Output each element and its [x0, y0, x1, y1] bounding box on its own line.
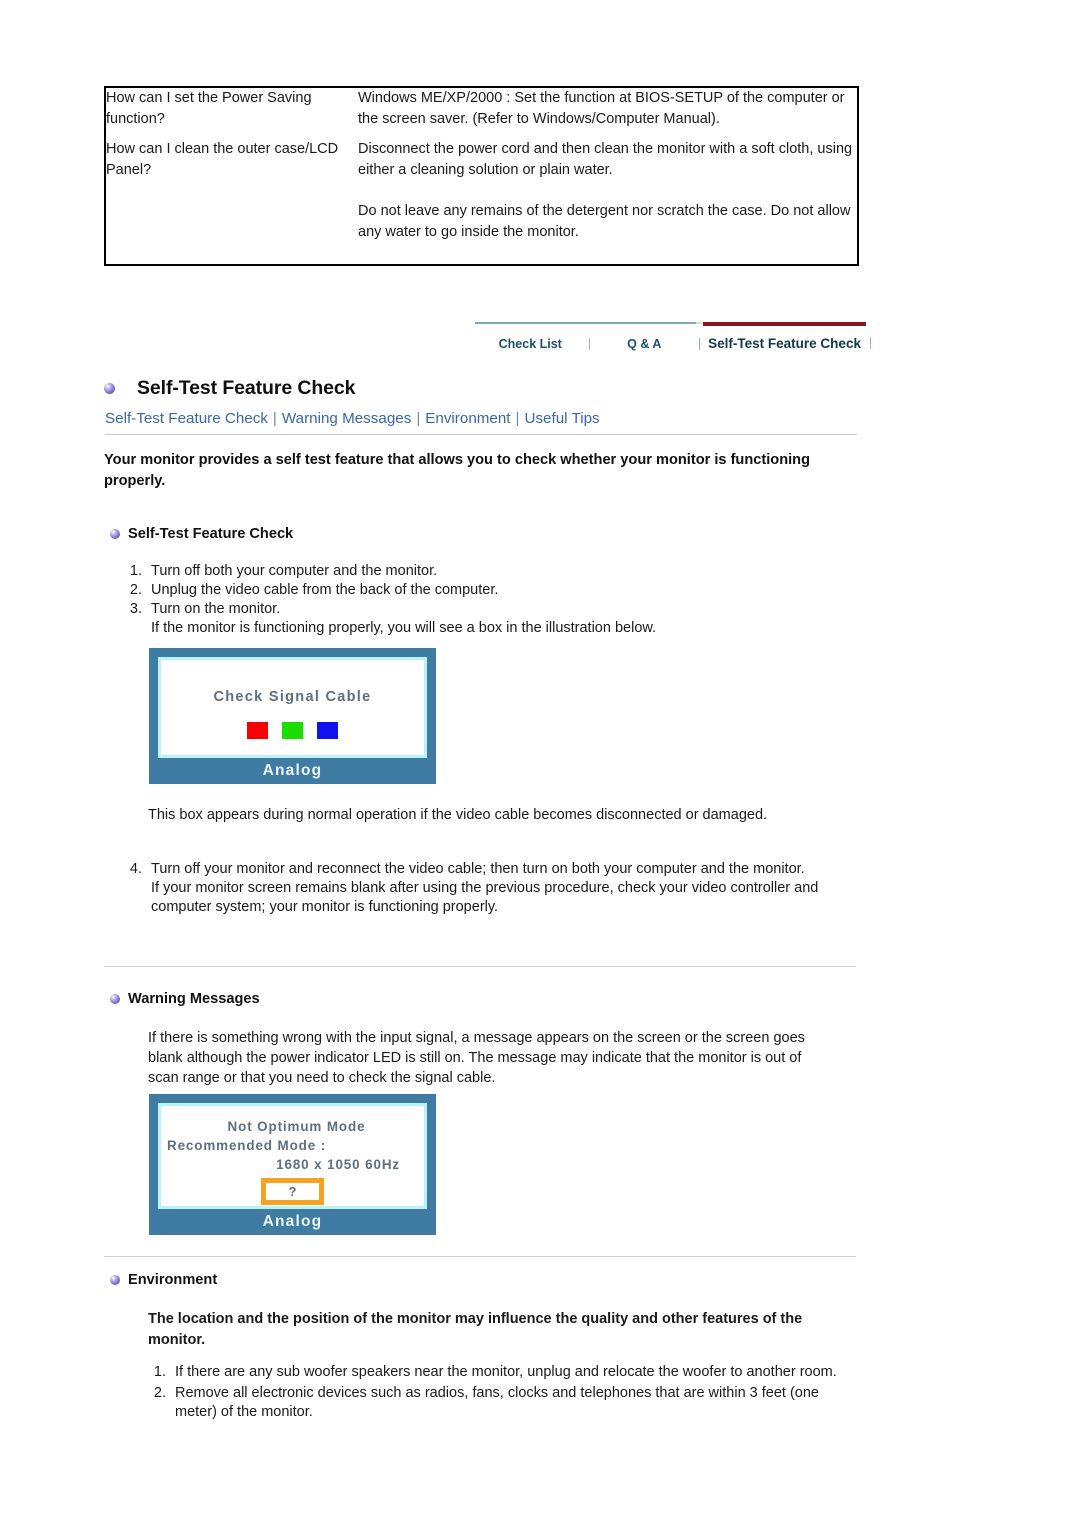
subnav-separator: |: [515, 410, 520, 427]
faq-answer-cell: Disconnect the power cord and then clean…: [358, 129, 858, 265]
blue-swatch-icon: [317, 722, 338, 739]
osd-line-not-optimum-mode: Not Optimum Mode: [227, 1119, 366, 1134]
osd-line-recommended-mode: Recommended Mode :: [167, 1138, 327, 1153]
list-item-text: Remove all electronic devices such as ra…: [175, 1385, 819, 1420]
list-item-text: Turn off your monitor and reconnect the …: [151, 861, 819, 915]
section-divider: [104, 966, 856, 967]
subnav-link-useful-tips[interactable]: Useful Tips: [524, 410, 599, 427]
intro-paragraph: Your monitor provides a self test featur…: [104, 452, 811, 489]
list-item: 3. Turn on the monitor. If the monitor i…: [116, 600, 836, 638]
subnav-separator: |: [416, 410, 421, 427]
osd-line-resolution: 1680 x 1050 60Hz: [276, 1157, 400, 1172]
faq-table: How can I set the Power Saving function?…: [104, 86, 859, 266]
list-item-text: Unplug the video cable from the back of …: [151, 582, 499, 598]
osd-message-block: Not Optimum Mode Recommended Mode : 1680…: [161, 1106, 424, 1174]
subnav-separator: |: [272, 410, 277, 427]
section-heading-warning-messages: Warning Messages: [110, 991, 260, 1007]
subnav-link-environment[interactable]: Environment: [425, 410, 510, 427]
tab-separator: [695, 322, 704, 356]
faq-table-container: How can I set the Power Saving function?…: [104, 86, 859, 266]
purple-sphere-bullet-icon: [110, 529, 120, 539]
warning-paragraph: If there is something wrong with the inp…: [148, 1030, 805, 1086]
subnav-link-self-test-feature-check[interactable]: Self-Test Feature Check: [105, 410, 268, 427]
section-heading-text: Warning Messages: [128, 991, 260, 1007]
list-item: 2. Unplug the video cable from the back …: [116, 581, 836, 600]
tab-self-test-feature-check[interactable]: Self-Test Feature Check: [703, 322, 866, 356]
table-row: How can I set the Power Saving function?…: [105, 87, 858, 129]
after-image-paragraph: This box appears during normal operation…: [148, 807, 768, 823]
list-item: 1. If there are any sub woofer speakers …: [140, 1363, 850, 1382]
faq-answer-paragraph: Do not leave any remains of the detergen…: [358, 203, 851, 240]
list-item: 2. Remove all electronic devices such as…: [140, 1384, 850, 1422]
list-item-number: 2.: [153, 1385, 166, 1401]
list-item: 4. Turn off your monitor and reconnect t…: [116, 860, 841, 917]
list-item-text: Turn on the monitor. If the monitor is f…: [151, 601, 657, 636]
section-heading-self-test: Self-Test Feature Check: [110, 526, 293, 542]
faq-question-text: How can I set the Power Saving function?: [106, 90, 312, 127]
list-item: 1. Turn off both your computer and the m…: [116, 562, 836, 581]
green-swatch-icon: [282, 722, 303, 739]
tab-check-list[interactable]: Check List: [475, 322, 586, 356]
page-title: Self-Test Feature Check: [104, 377, 356, 400]
monitor-input-label: Analog: [262, 1213, 323, 1230]
self-test-steps-list: 1. Turn off both your computer and the m…: [116, 562, 836, 638]
red-swatch-icon: [247, 722, 268, 739]
faq-answer-paragraph: Disconnect the power cord and then clean…: [358, 141, 853, 178]
rgb-swatch-row: [161, 705, 424, 739]
page-title-text: Self-Test Feature Check: [137, 377, 356, 399]
purple-sphere-bullet-icon: [104, 383, 115, 394]
section-heading-text: Environment: [128, 1272, 218, 1288]
faq-question-cell: How can I set the Power Saving function?: [105, 87, 358, 129]
section-divider: [104, 1256, 856, 1257]
list-item-number: 1.: [153, 1364, 166, 1380]
monitor-screen-area: Not Optimum Mode Recommended Mode : 1680…: [158, 1103, 427, 1209]
section-tabbar: Check List Q & A Self-Test Feature Check: [475, 322, 875, 356]
list-item-number: 1.: [129, 563, 142, 579]
faq-answer-cell: Windows ME/XP/2000 : Set the function at…: [358, 87, 858, 129]
purple-sphere-bullet-icon: [110, 994, 120, 1004]
faq-question-text: How can I clean the outer case/LCD Panel…: [106, 141, 339, 178]
tab-q-and-a[interactable]: Q & A: [592, 322, 696, 356]
list-item-number: 3.: [129, 601, 142, 617]
tab-separator: [585, 322, 593, 356]
environment-lead-paragraph: The location and the position of the mon…: [148, 1311, 803, 1348]
faq-answer-paragraph: Windows ME/XP/2000 : Set the function at…: [358, 90, 845, 127]
self-test-step4-list: 4. Turn off your monitor and reconnect t…: [116, 860, 841, 917]
monitor-osd-not-optimum-mode: Not Optimum Mode Recommended Mode : 1680…: [149, 1094, 436, 1235]
subnav-link-warning-messages[interactable]: Warning Messages: [282, 410, 411, 427]
purple-sphere-bullet-icon: [110, 1275, 120, 1285]
osd-title-text: Check Signal Cable: [213, 689, 372, 705]
list-item-text: If there are any sub woofer speakers nea…: [175, 1364, 837, 1380]
monitor-input-label: Analog: [262, 762, 323, 779]
section-heading-text: Self-Test Feature Check: [128, 526, 294, 542]
environment-list: 1. If there are any sub woofer speakers …: [140, 1363, 850, 1422]
tab-separator: [866, 322, 875, 356]
list-item-text: Turn off both your computer and the moni…: [151, 563, 438, 579]
monitor-screen-area: Check Signal Cable: [158, 657, 427, 758]
faq-question-cell: How can I clean the outer case/LCD Panel…: [105, 129, 358, 265]
subnav: Self-Test Feature Check | Warning Messages…: [105, 410, 857, 435]
list-item-number: 2.: [129, 582, 142, 598]
osd-question-mark-box: ?: [261, 1178, 324, 1205]
monitor-osd-check-signal-cable: Check Signal Cable Analog: [149, 648, 436, 784]
section-heading-environment: Environment: [110, 1272, 217, 1288]
list-item-number: 4.: [129, 861, 142, 877]
table-row: How can I clean the outer case/LCD Panel…: [105, 129, 858, 265]
